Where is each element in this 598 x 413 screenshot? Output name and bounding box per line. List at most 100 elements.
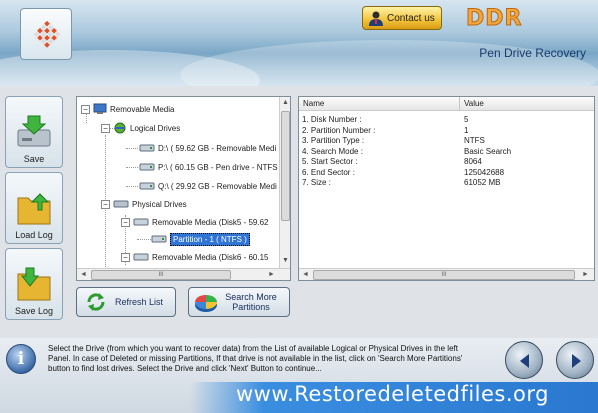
tree-node-drive-q[interactable]: Q:\ ( 29.92 GB - Removable Medi xyxy=(139,179,277,193)
contact-person-icon xyxy=(369,11,383,26)
save-log-button[interactable]: Save Log xyxy=(5,248,63,320)
back-arrow-icon xyxy=(520,354,529,368)
scroll-left-icon[interactable]: ◄ xyxy=(300,269,311,280)
scroll-right-icon[interactable]: ► xyxy=(266,269,277,280)
property-row: 2. Partition Number : 1 xyxy=(299,125,594,137)
physical-drives-icon xyxy=(113,200,129,208)
computer-icon xyxy=(93,103,107,114)
app-window: Contact us DDR Pen Drive Recovery Save L… xyxy=(0,0,598,413)
search-more-partitions-label: Search More Partitions xyxy=(225,292,277,312)
tree-node-drive-d[interactable]: D:\ ( 59.62 GB - Removable Medi xyxy=(139,141,276,155)
scroll-thumb[interactable]: III xyxy=(313,270,575,280)
contact-us-button[interactable]: Contact us xyxy=(362,6,442,30)
collapse-toggle[interactable]: − xyxy=(121,252,130,262)
property-value: Basic Search xyxy=(464,146,512,156)
tree-node-physical-drives[interactable]: − Physical Drives xyxy=(101,197,187,211)
disk-icon xyxy=(133,253,149,261)
header-banner: Contact us DDR Pen Drive Recovery xyxy=(0,0,598,86)
next-button[interactable] xyxy=(556,341,594,379)
property-value: 8064 xyxy=(464,157,482,166)
tree-label: Physical Drives xyxy=(132,199,187,209)
drive-icon xyxy=(139,182,155,190)
collapse-toggle[interactable]: − xyxy=(121,217,130,227)
drives-group-icon xyxy=(114,122,126,134)
save-button[interactable]: Save xyxy=(5,96,63,168)
property-name: 2. Partition Number : xyxy=(302,125,376,135)
property-name: 1. Disk Number : xyxy=(302,115,362,124)
refresh-list-button[interactable]: Refresh List xyxy=(76,287,176,317)
refresh-list-label: Refresh List xyxy=(115,297,164,307)
tree-label: Removable Media xyxy=(110,104,175,114)
column-header-value[interactable]: Value xyxy=(464,99,484,108)
tree-horizontal-scrollbar[interactable]: ◄ III ► xyxy=(77,268,290,280)
load-log-label: Load Log xyxy=(15,230,53,240)
collapse-toggle[interactable]: − xyxy=(81,104,90,114)
scroll-thumb[interactable] xyxy=(281,111,290,221)
next-arrow-icon xyxy=(572,354,581,368)
tree-vertical-scrollbar[interactable]: ▲ ▼ xyxy=(279,97,290,268)
drive-tree-panel: − Removable Media − Logical Drives D:\ (… xyxy=(76,96,291,281)
back-button[interactable] xyxy=(505,341,543,379)
tree-label: P:\ ( 60.15 GB - Pen drive - NTFS xyxy=(158,162,278,172)
properties-panel: Name Value 1. Disk Number : 5 2. Partitio… xyxy=(298,96,595,281)
scroll-down-icon[interactable]: ▼ xyxy=(280,255,290,266)
property-name: 4. Search Mode : xyxy=(302,146,363,156)
property-name: 7. Size : xyxy=(302,178,331,187)
load-log-button[interactable]: Load Log xyxy=(5,172,63,244)
selected-partition-label: Partition - 1 ( NTFS ) xyxy=(170,232,250,246)
status-message: Select the Drive (from which you want to… xyxy=(48,344,463,373)
save-label: Save xyxy=(23,154,45,164)
properties-header: Name Value xyxy=(299,97,594,111)
drive-icon xyxy=(139,144,155,152)
property-value: 61052 MB xyxy=(464,178,501,187)
partition-icon xyxy=(151,235,167,243)
scroll-right-icon[interactable]: ► xyxy=(580,269,591,280)
property-row: 1. Disk Number : 5 xyxy=(299,115,594,126)
properties-horizontal-scrollbar[interactable]: ◄ III ► xyxy=(299,268,594,280)
pie-chart-icon xyxy=(195,295,217,312)
property-value: 5 xyxy=(464,115,469,124)
scroll-up-icon[interactable]: ▲ xyxy=(280,97,290,108)
property-row: 3. Partition Type : NTFS xyxy=(299,136,594,147)
property-name: 3. Partition Type : xyxy=(302,136,365,145)
property-name: 6. End Sector : xyxy=(302,167,355,177)
tree-node-logical-drives[interactable]: − Logical Drives xyxy=(101,121,180,135)
product-name: Pen Drive Recovery xyxy=(479,46,586,60)
tree-node-disk6[interactable]: − Removable Media (Disk6 - 60.15 xyxy=(121,250,269,264)
collapse-toggle[interactable]: − xyxy=(101,199,110,209)
app-logo xyxy=(20,8,72,60)
save-icon xyxy=(17,115,51,147)
sidebar: Save Load Log Save Log xyxy=(0,86,70,326)
search-more-partitions-button[interactable]: Search More Partitions xyxy=(188,287,290,317)
column-header-name[interactable]: Name xyxy=(303,99,324,108)
drive-icon xyxy=(139,163,155,171)
property-name: 5. Start Sector : xyxy=(302,157,358,166)
tree-node-drive-p[interactable]: P:\ ( 60.15 GB - Pen drive - NTFS xyxy=(139,160,278,174)
save-log-label: Save Log xyxy=(14,306,54,316)
website-url[interactable]: www.Restoredeletedfiles.org xyxy=(236,382,549,406)
disk-icon xyxy=(133,218,149,226)
scroll-left-icon[interactable]: ◄ xyxy=(78,269,89,280)
tree-label: Logical Drives xyxy=(130,123,181,133)
scroll-thumb[interactable]: III xyxy=(91,270,231,280)
tree-node-disk5[interactable]: − Removable Media (Disk5 - 59.62 xyxy=(121,215,269,229)
property-row: 7. Size : 61052 MB xyxy=(299,178,594,189)
logo-icon xyxy=(33,20,61,48)
collapse-toggle[interactable]: − xyxy=(101,123,110,133)
info-icon[interactable]: i xyxy=(6,344,36,374)
tree-node-partition-1[interactable]: Partition - 1 ( NTFS ) xyxy=(151,232,250,246)
save-log-icon xyxy=(17,267,51,301)
tree-label: Removable Media (Disk5 - 59.62 xyxy=(152,217,269,227)
tree-node-removable-media[interactable]: − Removable Media xyxy=(81,102,174,116)
brand-name: DDR xyxy=(465,6,523,32)
refresh-icon xyxy=(87,293,105,311)
property-value: NTFS xyxy=(464,136,485,145)
property-row: 5. Start Sector : 8064 xyxy=(299,157,594,168)
load-log-icon xyxy=(17,193,51,225)
property-row: 4. Search Mode : Basic Search xyxy=(299,146,594,158)
tree-label: Q:\ ( 29.92 GB - Removable Medi xyxy=(158,181,277,191)
tree-label: D:\ ( 59.62 GB - Removable Medi xyxy=(158,143,277,153)
property-value: 125042688 xyxy=(464,167,505,177)
tree-label: Removable Media (Disk6 - 60.15 xyxy=(152,252,269,262)
contact-us-label: Contact us xyxy=(387,12,435,24)
